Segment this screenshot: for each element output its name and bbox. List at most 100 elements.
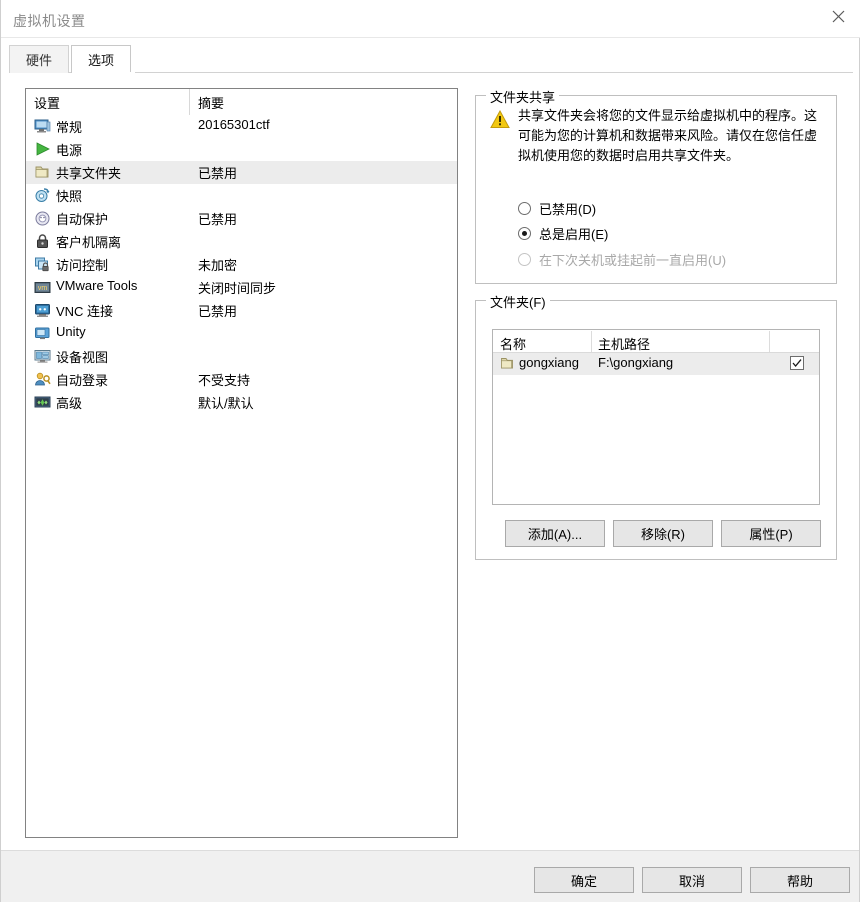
folders-group: 文件夹(F) 名称 主机路径 gongxiang F:\gongxiang 添加… (475, 292, 837, 560)
list-item-summary: 已禁用 (198, 212, 238, 227)
radio-mark (518, 202, 531, 215)
radio-label: 总是启用(E) (539, 227, 609, 242)
ok-label: 确定 (570, 873, 597, 889)
list-item-access-control[interactable]: 访问控制 未加密 (26, 253, 457, 276)
window-title: 虚拟机设置 (13, 13, 86, 29)
list-column-separator (189, 89, 190, 115)
vnc-icon (34, 302, 51, 319)
radio-label: 已禁用(D) (539, 202, 597, 217)
column-separator (591, 331, 592, 352)
tab-underline (9, 72, 853, 73)
help-button[interactable]: 帮助 (750, 867, 850, 893)
list-item-label: 电源 (56, 143, 83, 158)
settings-list-rows: 常规 20165301ctf 电源 共享文件夹 已禁用 快照 自动保护 已禁用 … (26, 115, 457, 414)
list-header-setting: 设置 (34, 96, 61, 111)
svg-text:vm: vm (38, 285, 48, 292)
tab-hardware-label: 硬件 (26, 53, 53, 68)
tab-strip: 硬件 选项 (9, 45, 853, 74)
tab-options[interactable]: 选项 (71, 45, 132, 73)
radio-mark (518, 253, 531, 266)
folder-enabled-checkbox[interactable] (790, 356, 804, 370)
list-item-summary: 已禁用 (198, 166, 238, 181)
folder-properties-label: 属性(P) (749, 527, 793, 542)
vmware-tools-icon: vm (34, 279, 51, 296)
snapshot-icon (34, 187, 51, 204)
list-item-label: Unity (56, 324, 86, 339)
list-item-advanced[interactable]: 高级 默认/默认 (26, 391, 457, 414)
warning-triangle-icon (490, 109, 510, 129)
column-header-name: 名称 (500, 337, 527, 352)
help-label: 帮助 (786, 873, 813, 889)
list-item-label: 访问控制 (56, 258, 109, 273)
autoprotect-icon (34, 210, 51, 227)
list-item-label: 高级 (56, 396, 83, 411)
list-item-label: 快照 (56, 189, 83, 204)
list-item-vmware-tools[interactable]: vm VMware Tools 关闭时间同步 (26, 276, 457, 299)
column-separator (769, 331, 770, 352)
column-header-path: 主机路径 (598, 337, 651, 352)
list-item-label: VMware Tools (56, 278, 138, 293)
radio-sharing-disabled[interactable]: 已禁用(D) (518, 199, 596, 218)
list-item-summary: 未加密 (198, 258, 238, 273)
add-folder-label: 添加(A)... (527, 527, 583, 542)
title-bar: 虚拟机设置 (1, 0, 860, 38)
folder-sharing-warning-text: 共享文件夹会将您的文件显示给虚拟机中的程序。这可能为您的计算机和数据带来风险。请… (518, 108, 818, 163)
list-item-device-view[interactable]: 设备视图 (26, 345, 457, 368)
remove-folder-button[interactable]: 移除(R) (613, 520, 713, 547)
list-item-summary: 已禁用 (198, 304, 238, 319)
list-item-autoprotect[interactable]: 自动保护 已禁用 (26, 207, 457, 230)
list-item-summary: 关闭时间同步 (198, 281, 277, 296)
list-header-summary: 摘要 (198, 96, 225, 111)
table-row[interactable]: gongxiang F:\gongxiang (493, 353, 819, 375)
power-play-icon (34, 141, 51, 158)
list-item-autologon[interactable]: 自动登录 不受支持 (26, 368, 457, 391)
list-item-label: 自动登录 (56, 373, 109, 388)
tab-options-label: 选项 (88, 53, 115, 68)
list-item-summary: 默认/默认 (198, 396, 254, 411)
autologon-icon (34, 371, 51, 388)
tab-hardware[interactable]: 硬件 (9, 45, 70, 73)
list-item-label: 共享文件夹 (56, 166, 122, 181)
cancel-button[interactable]: 取消 (642, 867, 742, 893)
radio-sharing-until-shutdown: 在下次关机或挂起前一直启用(U) (518, 250, 726, 269)
cancel-label: 取消 (678, 873, 705, 889)
tab-active-mask (72, 72, 135, 74)
vm-settings-dialog: 虚拟机设置 硬件 选项 设置 摘要 常规 20165301ctf 电源 共享文件… (0, 0, 860, 902)
add-folder-button[interactable]: 添加(A)... (505, 520, 605, 547)
folder-icon (34, 164, 51, 181)
list-item-guest-isolation[interactable]: 客户机隔离 (26, 230, 457, 253)
unity-icon (34, 325, 51, 342)
list-item-vnc[interactable]: VNC 连接 已禁用 (26, 299, 457, 322)
dialog-footer: 确定 取消 帮助 (1, 850, 859, 902)
list-item-label: 自动保护 (56, 212, 109, 227)
folder-name: gongxiang (519, 355, 579, 370)
list-item-unity[interactable]: Unity (26, 322, 457, 345)
list-item-summary: 20165301ctf (198, 117, 270, 132)
access-control-icon (34, 256, 51, 273)
radio-sharing-always-enabled[interactable]: 总是启用(E) (518, 224, 608, 243)
advanced-icon (34, 394, 51, 411)
list-item-snapshot[interactable]: 快照 (26, 184, 457, 207)
radio-label: 在下次关机或挂起前一直启用(U) (539, 253, 727, 268)
list-item-power[interactable]: 电源 (26, 138, 457, 161)
list-item-label: VNC 连接 (56, 304, 114, 319)
list-item-shared-folders[interactable]: 共享文件夹 已禁用 (26, 161, 457, 184)
folders-legend: 文件夹(F) (486, 292, 550, 311)
radio-mark (518, 227, 531, 240)
list-item-label: 客户机隔离 (56, 235, 122, 250)
folders-table[interactable]: 名称 主机路径 gongxiang F:\gongxiang (492, 329, 820, 505)
ok-button[interactable]: 确定 (534, 867, 634, 893)
list-item-summary: 不受支持 (198, 373, 251, 388)
lock-icon (34, 233, 51, 250)
folders-table-header: 名称 主机路径 (493, 330, 819, 353)
list-item-label: 常规 (56, 120, 83, 135)
close-icon[interactable] (815, 0, 860, 32)
folder-properties-button[interactable]: 属性(P) (721, 520, 821, 547)
monitor-icon (34, 118, 51, 135)
settings-list[interactable]: 设置 摘要 常规 20165301ctf 电源 共享文件夹 已禁用 快照 自动保… (25, 88, 458, 838)
remove-folder-label: 移除(R) (640, 527, 686, 542)
list-item-label: 设备视图 (56, 350, 109, 365)
folder-sharing-legend: 文件夹共享 (486, 87, 560, 106)
list-item-general[interactable]: 常规 20165301ctf (26, 115, 457, 138)
device-view-icon (34, 348, 51, 365)
